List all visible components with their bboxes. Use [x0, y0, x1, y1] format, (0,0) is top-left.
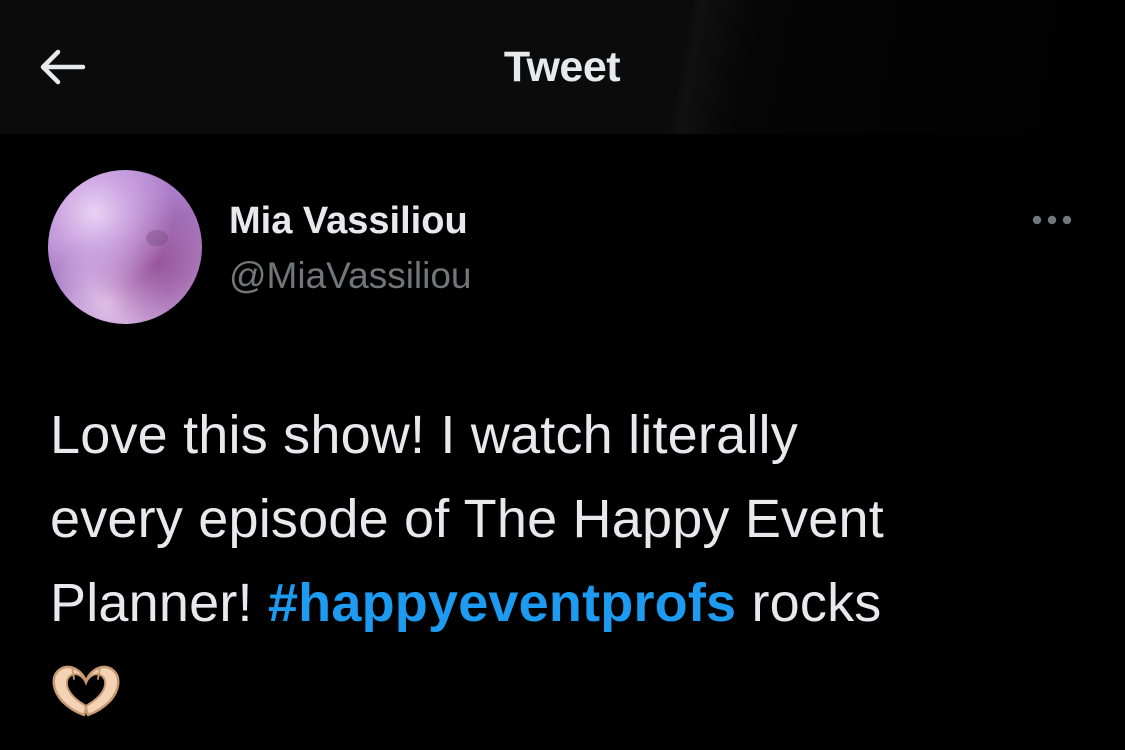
author-display-name[interactable]: Mia Vassiliou [229, 198, 468, 244]
tweet-body: Love this show! I watch literally every … [50, 393, 1090, 725]
hashtag-link[interactable]: #happyeventprofs [268, 573, 736, 633]
top-nav-bar: Tweet [0, 0, 1125, 134]
more-options-button[interactable] [1024, 200, 1080, 240]
tweet-detail-page: Tweet Mia Vassiliou @MiaVassiliou Love t… [0, 0, 1125, 750]
heart-hands-icon [52, 665, 120, 717]
emoji-line [50, 645, 1090, 725]
tweet-text-line-1: Love this show! I watch literally [50, 405, 798, 465]
arrow-left-icon [40, 49, 86, 85]
tweet-text-line-3-start: Planner! [50, 573, 268, 633]
avatar-detail [146, 230, 168, 246]
tweet-text-line-2: every episode of The Happy Event [50, 489, 884, 549]
tweet-text-line-3-end: rocks [736, 573, 882, 633]
more-horizontal-icon [1032, 215, 1072, 225]
avatar[interactable] [48, 170, 202, 324]
header-shading [640, 0, 1125, 134]
page-title: Tweet [503, 43, 621, 91]
author-handle[interactable]: @MiaVassiliou [229, 253, 472, 299]
back-button[interactable] [26, 36, 96, 98]
